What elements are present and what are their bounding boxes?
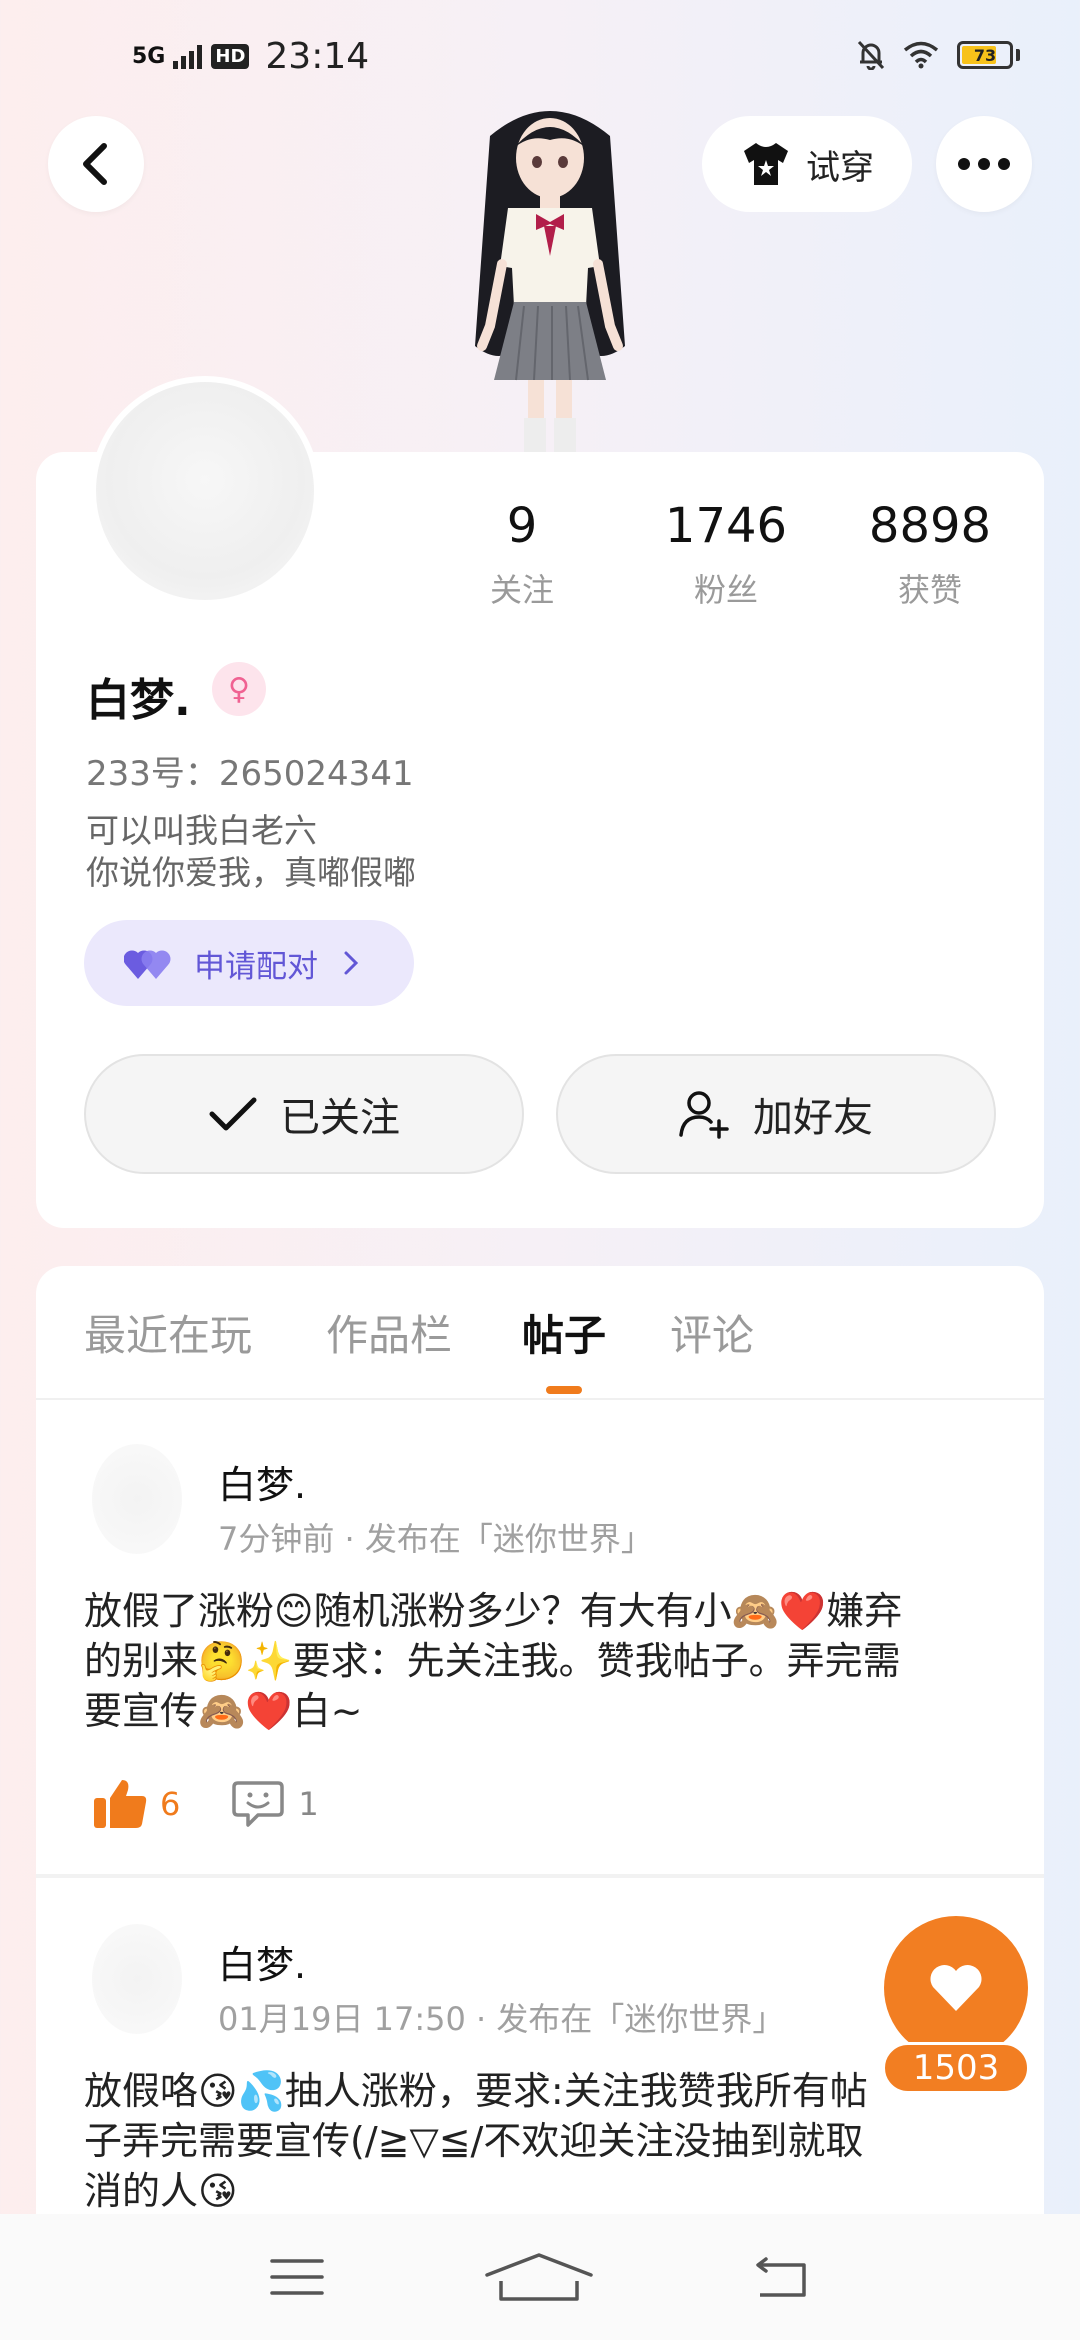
shirt-icon (744, 143, 788, 185)
try-on-button[interactable]: 试穿 (702, 116, 912, 212)
followers-count: 1746 (664, 498, 788, 554)
bio-line-1: 可以叫我白老六 (86, 811, 317, 850)
post-actions: 6 1 (92, 1778, 319, 1830)
tabs-divider (36, 1398, 1044, 1400)
followed-label: 已关注 (280, 1095, 400, 1141)
post-text-line: 要宣传🙈❤️白~ (84, 1689, 363, 1733)
check-icon (209, 1097, 257, 1131)
post-author-avatar[interactable] (92, 1924, 182, 2034)
comment-count: 1 (298, 1785, 319, 1823)
battery-percent: 73 (973, 45, 997, 65)
female-gender-icon: ♀ (212, 662, 266, 716)
hd-badge: HD (211, 44, 250, 69)
status-right: 73 (857, 40, 1020, 70)
status-left: 5G HD 23:14 (132, 36, 369, 77)
post-text-line: 的别来🤔✨要求：先关注我。赞我帖子。弄完需 (84, 1639, 901, 1683)
avatar-character-image[interactable] (420, 96, 680, 466)
avatar[interactable] (90, 376, 320, 606)
floating-like-button[interactable] (884, 1916, 1028, 2060)
following-count: 9 (506, 498, 538, 554)
tab-comments[interactable]: 评论 (670, 1302, 754, 1363)
home-icon[interactable] (483, 2251, 595, 2303)
back-button[interactable] (48, 116, 144, 212)
post-meta: 7分钟前 · 发布在「迷你世界」 (218, 1520, 653, 1558)
stat-following[interactable]: 9 关注 (442, 500, 602, 611)
battery-body: 73 (957, 41, 1013, 69)
stat-followers[interactable]: 1746 粉丝 (646, 500, 806, 611)
tab-recently-played[interactable]: 最近在玩 (84, 1302, 252, 1363)
post-text[interactable]: 放假了涨粉😊随机涨粉多少？有大有小🙈❤️嫌弃 的别来🤔✨要求：先关注我。赞我帖子… (84, 1586, 1004, 1736)
battery-tip (1016, 49, 1020, 61)
post-author-name[interactable]: 白梦. (218, 1934, 306, 1989)
back-nav-icon[interactable] (754, 2255, 810, 2299)
following-label: 关注 (489, 570, 554, 609)
post-author-name[interactable]: 白梦. (218, 1454, 306, 1509)
add-friend-button[interactable]: 加好友 (556, 1054, 996, 1174)
likes-count: 8898 (868, 498, 992, 554)
chevron-right-icon (344, 951, 359, 975)
user-id: 233号：265024341 (86, 754, 414, 794)
tab-works[interactable]: 作品栏 (326, 1302, 452, 1363)
active-tab-indicator (546, 1386, 582, 1394)
heart-icon (930, 1964, 982, 2011)
bio-line-2: 你说你爱我，真嘟假嘟 (86, 853, 416, 892)
post-divider (36, 1874, 1044, 1878)
clock: 23:14 (265, 36, 370, 77)
battery-indicator: 73 (957, 41, 1020, 69)
post-text-line: 子弄完需要宣传(/≧▽≦/不欢迎关注没抽到就取 (84, 2119, 864, 2163)
comment-button[interactable]: 1 (232, 1779, 319, 1829)
bio: 可以叫我白老六 你说你爱我，真嘟假嘟 (86, 810, 416, 894)
stat-likes[interactable]: 8898 获赞 (850, 500, 1010, 611)
tab-posts[interactable]: 帖子 (522, 1302, 606, 1363)
like-button[interactable]: 6 (92, 1778, 180, 1830)
nickname: 白梦. (86, 675, 191, 726)
wifi-icon (903, 41, 939, 69)
post-text-line: 消的人😘 (84, 2169, 238, 2213)
menu-icon[interactable] (269, 2257, 324, 2297)
add-user-icon (679, 1091, 729, 1139)
back-icon (83, 143, 107, 185)
post-text[interactable]: 放假咯😘💦抽人涨粉，要求:关注我赞我所有帖 子弄完需要宣传(/≧▽≦/不欢迎关注… (84, 2066, 1004, 2216)
add-friend-label: 加好友 (753, 1095, 873, 1141)
double-heart-icon (124, 950, 171, 979)
more-button[interactable] (936, 116, 1032, 212)
try-on-label: 试穿 (806, 147, 874, 188)
post-text-line: 放假咯😘💦抽人涨粉，要求:关注我赞我所有帖 (84, 2069, 868, 2113)
followed-button[interactable]: 已关注 (84, 1054, 524, 1174)
more-icon (958, 158, 1010, 170)
post-text-line: 放假了涨粉😊随机涨粉多少？有大有小🙈❤️嫌弃 (84, 1589, 903, 1633)
request-pair-button[interactable]: 申请配对 (84, 920, 414, 1006)
signal-icon (173, 44, 203, 69)
like-count: 6 (160, 1785, 181, 1823)
bell-off-icon (857, 40, 885, 70)
request-pair-label: 申请配对 (194, 948, 318, 985)
likes-label: 获赞 (897, 570, 962, 609)
system-nav-bar (0, 2214, 1080, 2340)
thumbs-up-icon (94, 1780, 147, 1828)
network-label: 5G (132, 43, 166, 69)
floating-like-count: 1503 (882, 2042, 1030, 2094)
followers-label: 粉丝 (693, 570, 758, 609)
post-author-avatar[interactable] (92, 1444, 182, 1554)
comment-icon (232, 1781, 285, 1827)
post-meta: 01月19日 17:50 · 发布在「迷你世界」 (218, 2000, 785, 2038)
